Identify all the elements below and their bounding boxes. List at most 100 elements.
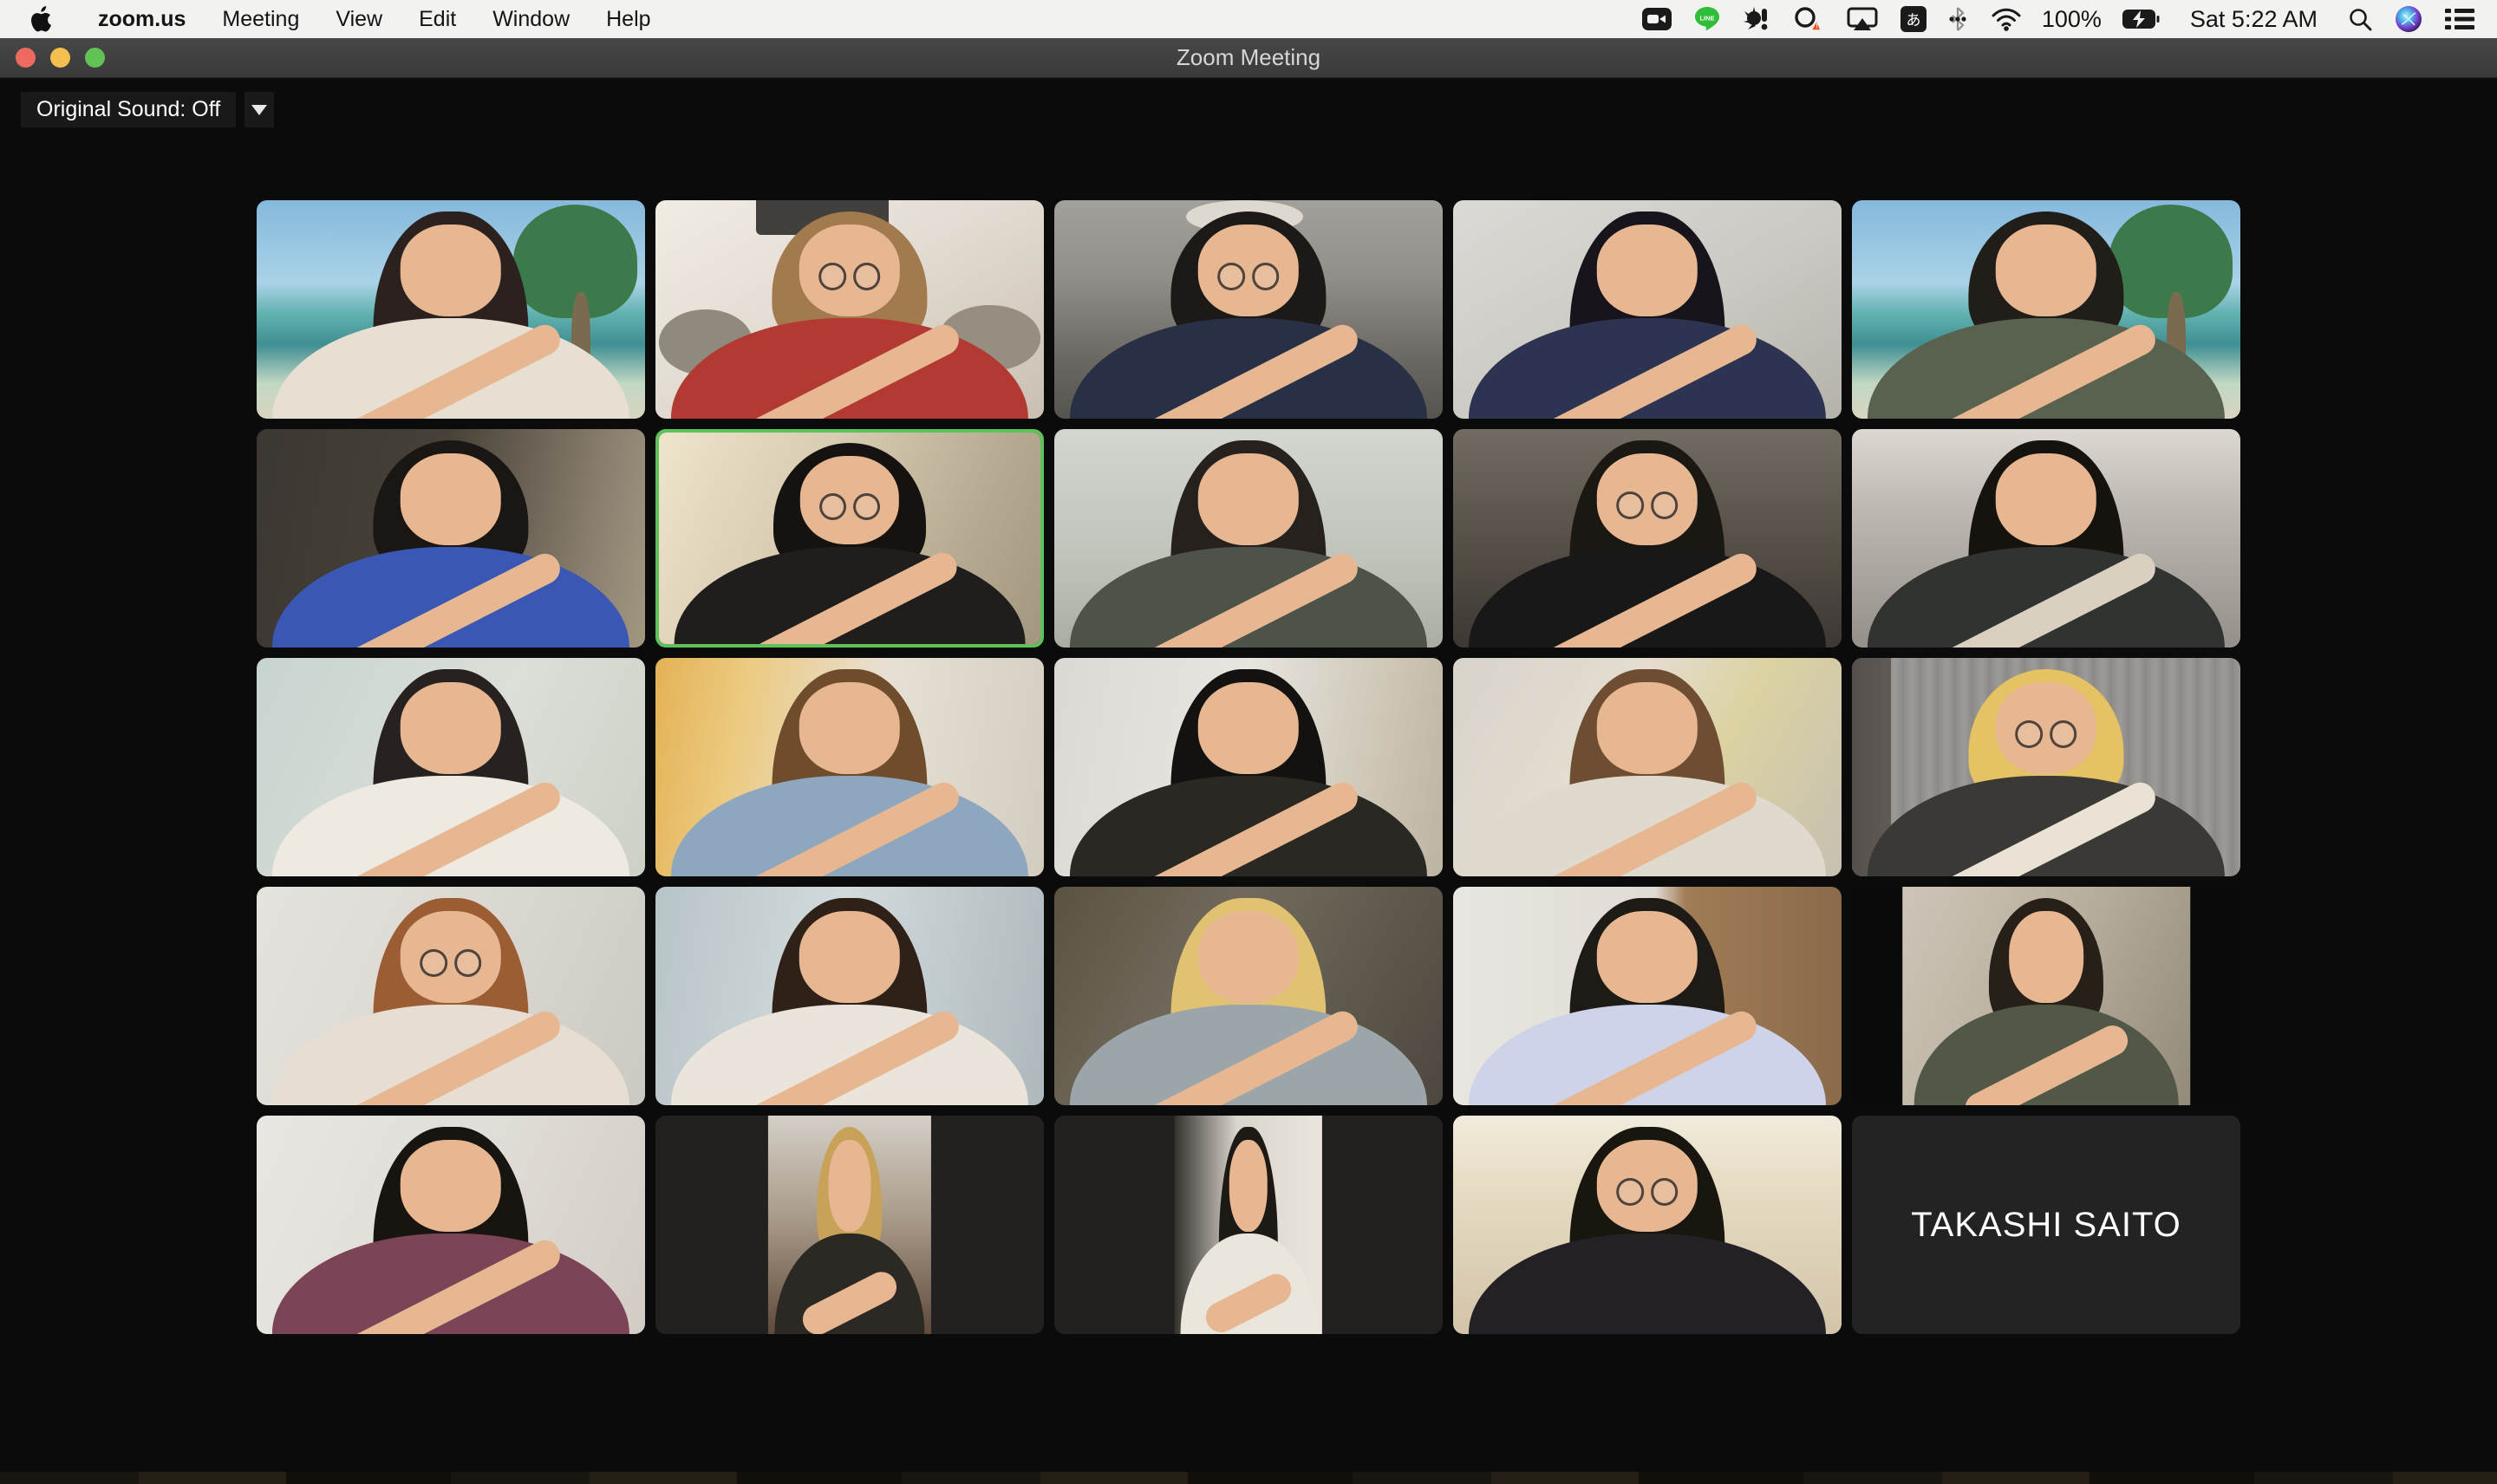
menubar-clock[interactable]: Sat 5:22 AM (2171, 6, 2337, 33)
original-sound-control[interactable]: Original Sound: Off (21, 92, 274, 127)
bluetooth-icon[interactable] (1938, 0, 1979, 38)
menu-item-meeting[interactable]: Meeting (204, 0, 317, 38)
menu-item-help[interactable]: Help (588, 0, 668, 38)
participant-silhouette (1054, 887, 1443, 1105)
menu-item-view[interactable]: View (317, 0, 401, 38)
gallery-grid: TAKASHI SAITO (257, 200, 2237, 1334)
participant-silhouette (257, 887, 645, 1105)
window-title-bar[interactable]: Zoom Meeting (0, 38, 2497, 78)
participant-silhouette (1453, 658, 1842, 876)
wifi-icon[interactable] (1979, 0, 2033, 38)
participant-silhouette (1453, 1116, 1842, 1334)
participant-tile-12[interactable] (655, 658, 1044, 876)
participant-video (1852, 200, 2240, 419)
window-zoom-button[interactable] (85, 48, 105, 68)
participant-video (1054, 658, 1443, 876)
participant-silhouette (768, 1116, 931, 1334)
participant-silhouette (655, 887, 1044, 1105)
window-title: Zoom Meeting (0, 44, 2497, 71)
participant-tile-22[interactable] (655, 1116, 1044, 1334)
participant-tile-23[interactable] (1054, 1116, 1443, 1334)
participant-tile-7[interactable] (655, 429, 1044, 648)
zoom-meeting-window: Original Sound: Off TAKASHI SAITO (0, 78, 2497, 1472)
battery-charging-icon (2110, 0, 2171, 38)
participant-video (257, 200, 645, 419)
participant-tile-2[interactable] (655, 200, 1044, 419)
original-sound-dropdown[interactable] (244, 92, 274, 127)
participant-tile-3[interactable] (1054, 200, 1443, 419)
chevron-down-icon (251, 105, 267, 115)
glasses (2005, 720, 2086, 748)
participant-video (1453, 1116, 1842, 1334)
video-camera-icon[interactable] (1631, 0, 1683, 38)
siri-icon[interactable] (2383, 0, 2434, 38)
participant-tile-25[interactable]: TAKASHI SAITO (1852, 1116, 2240, 1334)
participant-tile-18[interactable] (1054, 887, 1443, 1105)
participant-silhouette (1902, 887, 2190, 1105)
participant-video (1453, 200, 1842, 419)
battery-percent-label: 100% (2033, 6, 2110, 33)
menu-item-window[interactable]: Window (474, 0, 588, 38)
participant-tile-1[interactable] (257, 200, 645, 419)
participant-tile-24[interactable] (1453, 1116, 1842, 1334)
participant-silhouette (1054, 429, 1443, 648)
notification-center-icon[interactable] (2434, 0, 2497, 38)
participant-silhouette (1852, 658, 2240, 876)
participant-tile-4[interactable] (1453, 200, 1842, 419)
participant-name: TAKASHI SAITO (1911, 1206, 2181, 1245)
participant-video (1054, 200, 1443, 419)
participant-silhouette (655, 200, 1044, 419)
menu-item-zoomus[interactable]: zoom.us (80, 0, 204, 38)
participant-video (257, 658, 645, 876)
participant-video (655, 658, 1044, 876)
participant-silhouette (1175, 1116, 1322, 1334)
participant-video (1852, 658, 2240, 876)
participant-silhouette (257, 200, 645, 419)
airplay-icon[interactable] (1835, 0, 1889, 38)
glasses (1208, 263, 1288, 290)
participant-tile-6[interactable] (257, 429, 645, 648)
participant-silhouette (257, 1116, 645, 1334)
participant-tile-14[interactable] (1453, 658, 1842, 876)
participant-tile-19[interactable] (1453, 887, 1842, 1105)
participant-tile-9[interactable] (1453, 429, 1842, 648)
participant-silhouette (655, 658, 1044, 876)
participant-tile-17[interactable] (655, 887, 1044, 1105)
participant-silhouette (1852, 429, 2240, 648)
participant-tile-11[interactable] (257, 658, 645, 876)
participant-video (659, 433, 1040, 644)
glasses (1607, 1178, 1687, 1206)
apple-menu-icon[interactable] (29, 6, 55, 32)
participant-silhouette (1453, 429, 1842, 648)
window-minimize-button[interactable] (50, 48, 70, 68)
window-close-button[interactable] (16, 48, 36, 68)
spotlight-icon[interactable] (2337, 0, 2383, 38)
line-app-icon[interactable]: LINE (1683, 0, 1731, 38)
sync-warning-icon[interactable]: ! (1782, 0, 1835, 38)
glasses (810, 493, 890, 520)
original-sound-label[interactable]: Original Sound: Off (21, 92, 236, 127)
participant-tile-16[interactable] (257, 887, 645, 1105)
participant-tile-20[interactable] (1852, 887, 2240, 1105)
participant-video (1902, 887, 2190, 1105)
participant-video (768, 1116, 931, 1334)
participant-tile-5[interactable] (1852, 200, 2240, 419)
participant-tile-13[interactable] (1054, 658, 1443, 876)
participant-video (257, 887, 645, 1105)
alert-burst-icon[interactable] (1731, 0, 1782, 38)
participant-tile-21[interactable] (257, 1116, 645, 1334)
svg-text:LINE: LINE (1699, 15, 1714, 23)
participant-silhouette (1054, 658, 1443, 876)
menu-item-edit[interactable]: Edit (401, 0, 474, 38)
participant-tile-8[interactable] (1054, 429, 1443, 648)
input-source-icon[interactable]: あ (1889, 0, 1938, 38)
participant-tile-10[interactable] (1852, 429, 2240, 648)
participant-video (1453, 429, 1842, 648)
participant-video (1453, 658, 1842, 876)
participant-silhouette (257, 658, 645, 876)
participant-silhouette (1453, 200, 1842, 419)
participant-silhouette (1453, 887, 1842, 1105)
participant-video (655, 887, 1044, 1105)
participant-tile-15[interactable] (1852, 658, 2240, 876)
menu-bar: zoom.us Meeting View Edit Window Help LI… (0, 0, 2497, 38)
